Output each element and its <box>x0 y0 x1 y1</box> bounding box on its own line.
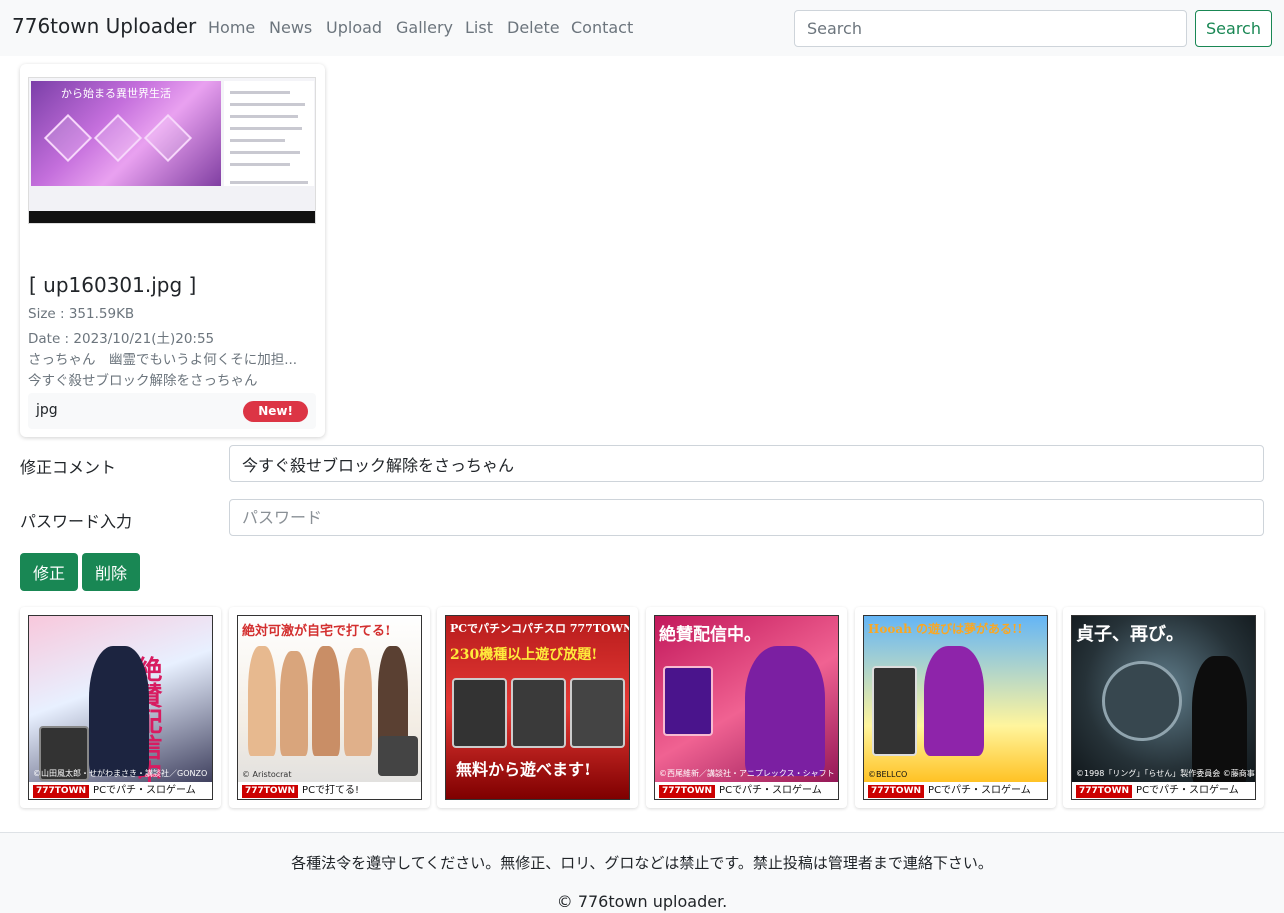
navbar: 776town Uploader Home News Upload Galler… <box>0 0 1284 56</box>
thumbnail-decor <box>43 113 93 163</box>
site-footer: 各種法令を遵守してください。無修正、ロリ、グロなどは禁止です。禁止投稿は管理者ま… <box>0 832 1284 913</box>
ad-banner[interactable]: PCでパチンコパチスロ 777TOWN 230機種以上遊び放題! 無料から遊べま… <box>437 607 638 808</box>
ad-banner[interactable]: 絶賛配信中 ©山田風太郎・せがわまさき・講談社／GONZO 777TOWNPCで… <box>20 607 221 808</box>
upload-date: Date : 2023/10/21(土)20:55 <box>28 331 215 347</box>
ad-image: Hooah の遊びは夢がある!! ©BELLCO 777TOWN PCでパチ・スロ… <box>863 615 1048 800</box>
ad-footer: 777TOWN PCでパチ・スロゲーム <box>29 782 212 799</box>
ad-headline: PCでパチンコパチスロ 777TOWN <box>450 622 630 635</box>
footer-notice: 各種法令を遵守してください。無修正、ロリ、グロなどは禁止です。禁止投稿は管理者ま… <box>291 854 993 872</box>
ad-image: 絶賛配信中 ©山田風太郎・せがわまさき・講談社／GONZO 777TOWNPCで… <box>28 615 213 800</box>
delete-button[interactable]: 削除 <box>82 553 140 591</box>
ad-copyright: ©1998「リング」「らせん」製作委員会 ©藤商事 <box>1076 769 1255 778</box>
ad-footer: 777TOWN PCでパチ・スロゲーム <box>1072 782 1255 799</box>
ad-headline: 絶対可激が自宅で打てる! <box>242 624 391 639</box>
comment-input[interactable] <box>229 445 1264 482</box>
upload-thumbnail[interactable]: から始まる異世界生活 <box>28 77 316 224</box>
password-input[interactable] <box>229 499 1264 536</box>
comment-label: 修正コメント <box>20 458 117 477</box>
ad-banner[interactable]: 絶賛配信中。 ©西尾維新／講談社・アニプレックス・シャフト ©Sammy 777… <box>646 607 847 808</box>
ad-headline: 絶賛配信中。 <box>659 625 761 645</box>
thumbnail-caption: から始まる異世界生活 <box>61 87 171 100</box>
ad-banner[interactable]: 貞子、再び。 ©1998「リング」「らせん」製作委員会 ©藤商事 777TOWN… <box>1063 607 1264 808</box>
ad-copyright: ©西尾維新／講談社・アニプレックス・シャフト ©Sammy <box>659 769 838 778</box>
ad-image: 貞子、再び。 ©1998「リング」「らせん」製作委員会 ©藤商事 777TOWN… <box>1071 615 1256 800</box>
file-extension: jpg <box>36 402 58 418</box>
footer-copyright: © 776town uploader. <box>556 892 728 911</box>
nav-list[interactable]: List <box>465 18 493 37</box>
thumbnail-decor <box>93 113 143 163</box>
nav-news[interactable]: News <box>269 18 312 37</box>
ad-copyright: ©BELLCO <box>868 770 908 779</box>
brand-link[interactable]: 776town Uploader <box>12 14 196 38</box>
nav-gallery[interactable]: Gallery <box>396 18 453 37</box>
ad-image: 絶賛配信中。 ©西尾維新／講談社・アニプレックス・シャフト ©Sammy 777… <box>654 615 839 800</box>
file-size: Size : 351.59KB <box>28 306 135 322</box>
nav-delete[interactable]: Delete <box>507 18 560 37</box>
ad-copyright: ©山田風太郎・せがわまさき・講談社／GONZO <box>33 769 208 778</box>
ad-footer: 777TOWN PCで打てる! <box>238 782 421 799</box>
ad-headline: Hooah の遊びは夢がある!! <box>868 622 1023 636</box>
thumbnail-decor <box>143 113 193 163</box>
nav-contact[interactable]: Contact <box>571 18 633 37</box>
ad-image: 絶対可激が自宅で打てる! © Aristocrat 777TOWN PCで打てる! <box>237 615 422 800</box>
thumbnail-bottom-bar <box>29 211 315 223</box>
edit-button[interactable]: 修正 <box>20 553 78 591</box>
search-button[interactable]: Search <box>1195 10 1272 47</box>
search-input[interactable] <box>794 10 1187 47</box>
upload-card: から始まる異世界生活 [ up160301.jpg ] Size : 351.5… <box>20 64 325 437</box>
new-badge: New! <box>243 401 308 422</box>
nav-home[interactable]: Home <box>208 18 255 37</box>
ad-free-text: 無料から遊べます! <box>456 760 592 779</box>
ad-copyright: © Aristocrat <box>242 770 292 779</box>
thumbnail-caption-bar <box>29 186 315 211</box>
nav-upload[interactable]: Upload <box>326 18 382 37</box>
card-comment-line2: 今すぐ殺せブロック解除をさっちゃん <box>28 373 258 389</box>
ad-banner[interactable]: Hooah の遊びは夢がある!! ©BELLCO 777TOWN PCでパチ・スロ… <box>855 607 1056 808</box>
ad-footer: 777TOWN PCでパチ・スロゲーム <box>655 782 838 799</box>
ad-footer: 777TOWN PCでパチ・スロゲーム <box>864 782 1047 799</box>
card-title: [ up160301.jpg ] <box>29 273 197 297</box>
password-label: パスワード入力 <box>20 512 133 531</box>
ad-banner[interactable]: 絶対可激が自宅で打てる! © Aristocrat 777TOWN PCで打てる! <box>229 607 430 808</box>
ad-tagline: 230機種以上遊び放題! <box>450 647 598 663</box>
ad-headline: 貞子、再び。 <box>1076 624 1184 645</box>
card-comment-line1: さっちゃん 幽霊でもいうよ何くそに加担... <box>28 352 298 368</box>
card-footer: jpg New! <box>28 393 316 429</box>
ad-image: PCでパチンコパチスロ 777TOWN 230機種以上遊び放題! 無料から遊べま… <box>445 615 630 800</box>
